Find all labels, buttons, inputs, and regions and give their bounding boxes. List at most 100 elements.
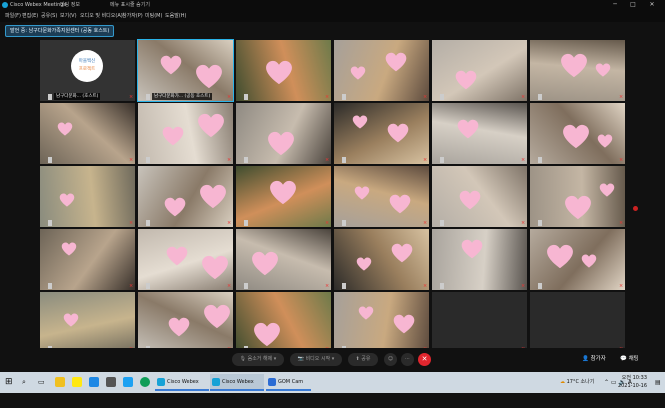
privacy-heart-icon (201, 255, 229, 280)
participant-tile[interactable]: ⨯ (432, 40, 527, 101)
start-video-button[interactable]: 📷 비디오 시작 ▾ (290, 353, 342, 366)
muted-mic-icon: ⨯ (521, 283, 526, 289)
browser-icon[interactable] (140, 377, 150, 387)
participant-tile[interactable]: ⨯ (530, 292, 625, 353)
privacy-heart-icon (269, 180, 297, 205)
participant-tile[interactable]: ⨯ (530, 103, 625, 164)
participant-tile[interactable]: ⨯ (432, 229, 527, 290)
privacy-heart-icon (393, 314, 415, 334)
camera-status-icon (48, 220, 52, 226)
participant-tile[interactable]: ⨯ (40, 229, 135, 290)
clock[interactable]: 오전 10:33 2021-10-16 (618, 374, 647, 390)
notification-icon[interactable]: ▤ (655, 375, 661, 390)
camera-status-icon (342, 157, 346, 163)
muted-mic-icon: ⨯ (129, 283, 134, 289)
chat-panel-button[interactable]: 💬 채팅 (620, 353, 639, 366)
participant-tile[interactable]: ⨯ (334, 40, 429, 101)
store-icon[interactable] (106, 377, 116, 387)
participants-panel-button[interactable]: 👤 참가자 (582, 353, 606, 366)
reactions-button[interactable]: ☺ (384, 353, 397, 366)
privacy-heart-icon (350, 65, 366, 80)
search-icon[interactable]: ⌕ (22, 375, 32, 390)
start-video-label: 비디오 시작 (305, 356, 331, 362)
minimize-button[interactable]: ─ (606, 0, 624, 10)
participant-tile[interactable]: ⨯ (236, 166, 331, 227)
task-view-icon[interactable]: ▭ (38, 375, 48, 390)
privacy-heart-icon (459, 190, 481, 210)
muted-mic-icon: ⨯ (619, 94, 624, 100)
webex-logo-icon (2, 2, 8, 8)
participant-tile[interactable]: ⨯ (530, 166, 625, 227)
participant-tile[interactable]: ⨯ (334, 103, 429, 164)
participant-tile[interactable]: ⨯ (432, 166, 527, 227)
privacy-heart-icon (251, 251, 279, 276)
participant-name: 남구다문화가... (공동 호스트) (152, 93, 213, 100)
participant-tile[interactable]: ⨯ (530, 40, 625, 101)
webex-icon (157, 378, 165, 386)
kakaotalk-icon[interactable] (72, 377, 82, 387)
video-feed (432, 40, 527, 101)
windows-start-icon[interactable]: ⊞ (5, 375, 17, 390)
menu-edit[interactable]: 편집(E) (22, 10, 38, 22)
participant-tile[interactable]: ⨯ (432, 292, 527, 353)
participant-tile[interactable]: ⨯ (138, 103, 233, 164)
taskbar-webex-window-1[interactable]: Cisco Webex Meeti... (155, 374, 209, 402)
participant-tile[interactable]: ⨯ (236, 103, 331, 164)
muted-mic-icon: ⨯ (129, 157, 134, 163)
taskbar-gomcam-window[interactable]: GOM Cam (266, 374, 311, 391)
participant-tile[interactable]: ⨯ (334, 292, 429, 353)
muted-mic-icon: ⨯ (423, 283, 428, 289)
menu-meeting[interactable]: 미팅(M) (145, 10, 162, 22)
folder-icon[interactable] (55, 377, 65, 387)
camera-status-icon (244, 157, 248, 163)
menu-file[interactable]: 파일(F) (5, 10, 21, 22)
unmute-button[interactable]: 🎙 음소거 해제 ▾ (232, 353, 284, 366)
muted-mic-icon: ⨯ (521, 220, 526, 226)
participant-tile[interactable]: ⨯ (138, 229, 233, 290)
participant-tile[interactable]: ⨯ (40, 292, 135, 353)
participant-tile[interactable]: 남구다문화가... (공동 호스트) ⨯ (137, 39, 234, 102)
privacy-heart-icon (265, 60, 293, 85)
camera-status-icon (440, 157, 444, 163)
center-logo: 마을백신 프로젝트 (71, 50, 103, 82)
camera-status-icon (146, 157, 150, 163)
edge-icon[interactable] (89, 377, 99, 387)
menu-view[interactable]: 보기(V) (60, 10, 77, 22)
participant-tile[interactable]: ⨯ (432, 103, 527, 164)
muted-mic-icon: ⨯ (227, 283, 232, 289)
camera-status-icon (440, 220, 444, 226)
more-options-button[interactable]: ⋯ (401, 353, 414, 366)
participant-tile[interactable]: ⨯ (236, 229, 331, 290)
participant-tile[interactable]: ⨯ (138, 292, 233, 353)
participant-tile[interactable]: ⨯ (40, 103, 135, 164)
end-call-button[interactable]: ✕ (418, 353, 431, 366)
participant-tile[interactable]: 마을백신 프로젝트 남구다문화... (호스트) ⨯ (40, 40, 135, 101)
participant-tile[interactable]: ⨯ (236, 292, 331, 353)
privacy-heart-icon (389, 194, 411, 214)
camera-status-icon (48, 157, 52, 163)
menu-share[interactable]: 공유(S) (41, 10, 57, 22)
menu-help[interactable]: 도움말(H) (165, 10, 186, 22)
participant-tile[interactable]: ⨯ (334, 166, 429, 227)
privacy-heart-icon (595, 62, 611, 77)
participant-tile[interactable]: ⨯ (530, 229, 625, 290)
participant-tile[interactable]: ⨯ (236, 40, 331, 101)
taskbar-webex-window-2[interactable]: Cisco Webex Meeti... (210, 374, 264, 402)
unmute-label: 음소거 해제 (247, 356, 273, 362)
muted-mic-icon: ⨯ (227, 94, 232, 100)
participant-tile[interactable]: ⨯ (40, 166, 135, 227)
menu-audio-video[interactable]: 오디오 및 비디오(A) (80, 10, 123, 22)
maximize-button[interactable]: □ (624, 0, 642, 10)
share-button[interactable]: ⬆ 공유 (348, 353, 378, 366)
menu-participants[interactable]: 참가자(P) (122, 10, 143, 22)
hide-menu-bar-button[interactable]: 메뉴 표시줄 숨기기 (110, 0, 150, 10)
twitter-icon[interactable] (123, 377, 133, 387)
weather-widget[interactable]: ☁ 17°C 소나기 (560, 375, 594, 390)
privacy-heart-icon (164, 197, 186, 217)
meeting-info-button[interactable]: 미팅 정보 (60, 0, 80, 10)
close-button[interactable]: ✕ (643, 0, 661, 10)
participant-tile[interactable]: ⨯ (334, 229, 429, 290)
muted-mic-icon: ⨯ (227, 220, 232, 226)
participant-tile[interactable]: ⨯ (138, 166, 233, 227)
privacy-heart-icon (562, 124, 590, 149)
